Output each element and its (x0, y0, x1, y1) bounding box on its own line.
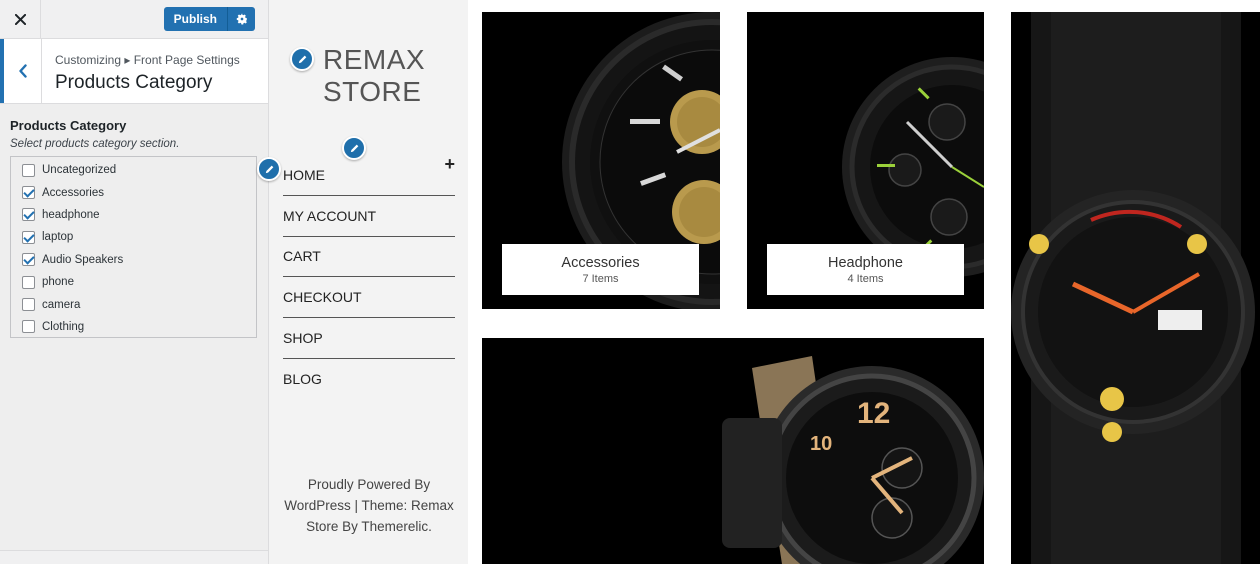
category-option-audio-speakers[interactable]: Audio Speakers (11, 249, 256, 271)
category-name: Headphone (828, 255, 903, 271)
logo-line2: STORE (323, 76, 422, 107)
category-option-label: Accessories (42, 186, 104, 199)
site-sidebar: REMAX STORE HOME + MY ACCOUNT CART CHECKO… (257, 0, 468, 564)
category-option-headphone[interactable]: headphone (11, 204, 256, 226)
customizer-header: Publish (0, 0, 268, 39)
primary-menu: HOME + MY ACCOUNT CART CHECKOUT SHOP BLOG (283, 154, 455, 400)
menu-item-cart[interactable]: CART (283, 237, 455, 278)
category-option-label: Clothing (42, 320, 85, 333)
category-card[interactable]: Accessories 7 Items (502, 244, 699, 295)
checkbox[interactable] (22, 208, 35, 222)
customizer-panel: Publish Customizing ▸ Front Page Setting… (0, 0, 269, 564)
watch-image (1011, 12, 1255, 564)
menu-item-label: MY ACCOUNT (283, 207, 377, 224)
category-option-label: Audio Speakers (42, 253, 124, 266)
menu-item-label: HOME (283, 166, 325, 183)
section-title: Products Category (55, 72, 213, 93)
category-option-accessories[interactable]: Accessories (11, 181, 256, 203)
breadcrumb: Customizing ▸ Front Page Settings (55, 53, 240, 67)
menu-item-label: CART (283, 248, 321, 265)
checkbox[interactable] (22, 320, 35, 334)
pencil-icon (350, 144, 358, 152)
checkbox[interactable] (22, 253, 35, 267)
credits-line3: Store By Themerelic. (306, 519, 432, 534)
chevron-left-icon (18, 64, 27, 78)
category-name: Accessories (561, 255, 640, 271)
plus-icon[interactable]: + (444, 154, 455, 175)
pencil-icon (265, 165, 273, 173)
close-icon (14, 13, 26, 25)
gear-icon (236, 13, 247, 25)
category-option-uncategorized[interactable]: Uncategorized (11, 159, 256, 181)
site-credits: Proudly Powered By WordPress | Theme: Re… (279, 474, 459, 537)
logo-line1: REMAX (323, 44, 426, 75)
category-tile-featured[interactable] (1011, 12, 1260, 564)
publish-button[interactable]: Publish (163, 7, 227, 31)
menu-item-shop[interactable]: SHOP (283, 318, 455, 359)
category-option-label: phone (42, 276, 74, 289)
category-option-laptop[interactable]: laptop (11, 226, 256, 248)
category-option-label: Uncategorized (42, 164, 117, 177)
menu-item-my-account[interactable]: MY ACCOUNT (283, 196, 455, 237)
customizer-footer (0, 550, 268, 564)
checkbox[interactable] (22, 163, 35, 177)
checkbox[interactable] (22, 298, 35, 312)
category-count: 4 Items (847, 273, 884, 285)
svg-text:10: 10 (810, 433, 832, 455)
product-category-grid: Accessories 7 Items Headphone 4 Items 12… (468, 0, 1260, 564)
category-option-phone[interactable]: phone (11, 271, 256, 293)
category-option-label: laptop (42, 231, 74, 244)
category-option-label: headphone (42, 208, 100, 221)
publish-button-group: Publish (163, 7, 255, 31)
close-customizer-button[interactable] (0, 0, 41, 38)
category-tile-headphone[interactable]: Headphone 4 Items (747, 12, 984, 309)
back-button[interactable] (0, 39, 42, 103)
menu-item-blog[interactable]: BLOG (283, 359, 455, 400)
checkbox[interactable] (22, 186, 35, 200)
category-option-camera[interactable]: camera (11, 293, 256, 315)
control-title: Products Category (10, 118, 127, 133)
category-checklist: Uncategorized Accessories headphone lapt… (10, 156, 257, 338)
credits-line2: WordPress | Theme: Remax (284, 498, 454, 513)
category-tile-wide[interactable]: 12 10 (482, 338, 984, 564)
checkbox[interactable] (22, 230, 35, 244)
watch-image: 12 10 (722, 356, 984, 564)
menu-item-home[interactable]: HOME + (283, 154, 455, 196)
category-option-label: camera (42, 298, 81, 311)
publish-settings-button[interactable] (227, 7, 255, 31)
products-category-control: Products Category Select products catego… (0, 118, 268, 338)
category-card[interactable]: Headphone 4 Items (767, 244, 964, 295)
edit-menu-item-shortcut[interactable] (257, 157, 281, 181)
edit-logo-shortcut[interactable] (290, 47, 314, 71)
menu-item-label: BLOG (283, 371, 322, 388)
category-tile-accessories[interactable]: Accessories 7 Items (482, 12, 720, 309)
category-count: 7 Items (582, 273, 619, 285)
checkbox[interactable] (22, 275, 35, 289)
menu-item-label: SHOP (283, 330, 323, 347)
svg-text:12: 12 (857, 397, 890, 430)
pencil-icon (298, 55, 306, 63)
menu-item-label: CHECKOUT (283, 289, 362, 306)
control-description: Select products category section. (10, 138, 180, 150)
site-logo[interactable]: REMAX STORE (323, 44, 426, 108)
credits-line1: Proudly Powered By (307, 477, 431, 492)
section-header: Customizing ▸ Front Page Settings Produc… (0, 39, 268, 104)
category-option-clothing[interactable]: Clothing (11, 316, 256, 338)
menu-item-checkout[interactable]: CHECKOUT (283, 277, 455, 319)
